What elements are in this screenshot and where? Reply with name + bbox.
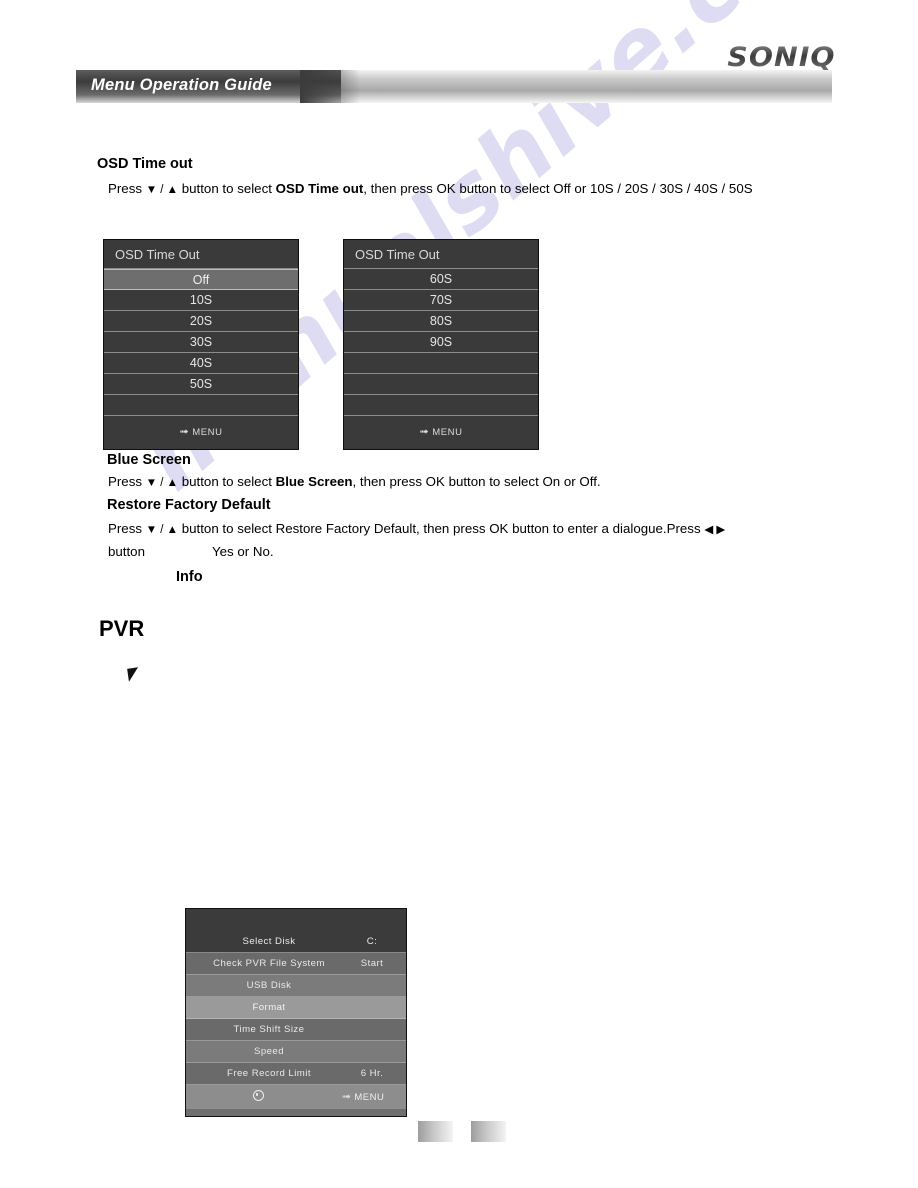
osd-menu-right-row-empty-3 — [344, 395, 538, 416]
pvr-row-format[interactable]: Format — [186, 997, 406, 1019]
pvr-row-free-record-limit-label: Free Record Limit — [227, 1068, 311, 1079]
paragraph-osd-time-out: Press ▼ / ▲ button to select OSD Time ou… — [108, 181, 753, 196]
pvr-row-free-record-limit-value: 6 Hr. — [360, 1068, 384, 1079]
pvr-row-time-shift-size[interactable]: Time Shift Size — [186, 1019, 406, 1041]
osd-menu-right-row-80s[interactable]: 80S — [344, 311, 538, 332]
pvr-row-usb-disk-label: USB Disk — [246, 980, 292, 991]
osd-menu-left[interactable]: OSD Time Out Off 10S 20S 30S 40S 50S ➟ M… — [103, 239, 299, 450]
osd-menu-left-row-empty — [104, 395, 298, 416]
pvr-row-select-disk-value: C: — [366, 936, 378, 947]
pvr-footer-left[interactable] — [186, 1088, 320, 1106]
back-arrow-icon: ➟ — [341, 1090, 352, 1103]
osd-menu-right-title: OSD Time Out — [344, 240, 538, 269]
text-press: Press — [108, 474, 146, 489]
record-circle-icon — [252, 1090, 264, 1101]
pvr-row-check-pvr-file-system-value: Start — [360, 958, 384, 969]
osd-menu-right[interactable]: OSD Time Out 60S 70S 80S 90S ➟ MENU — [343, 239, 539, 450]
footer-mark-right — [471, 1121, 506, 1142]
pvr-row-time-shift-size-label: Time Shift Size — [233, 1024, 305, 1035]
arrow-left-right-icon: ◀ ▶ — [704, 524, 726, 536]
page-title: Menu Operation Guide — [91, 76, 272, 94]
arrow-down-up-icon: ▼ / ▲ — [145, 477, 179, 489]
pvr-menu-bottom-strip — [186, 1109, 406, 1116]
text-bold-blue-screen: Blue Screen — [275, 474, 353, 489]
pvr-row-check-pvr-file-system-label: Check PVR File System — [213, 958, 325, 969]
osd-menu-right-row-70s[interactable]: 70S — [344, 290, 538, 311]
text-button-word: button — [108, 544, 145, 559]
osd-menu-left-row-40s[interactable]: 40S — [104, 353, 298, 374]
text-press: Press — [108, 181, 146, 196]
text-mid: button to select — [178, 181, 276, 196]
header-tab-fade — [300, 70, 360, 103]
text-post: , then press OK button to select Off or … — [363, 181, 753, 196]
osd-menu-right-footer[interactable]: ➟ MENU — [344, 416, 538, 449]
heading-blue-screen: Blue Screen — [107, 452, 191, 468]
heading-pvr: PVR — [99, 616, 145, 641]
osd-menu-left-row-10s[interactable]: 10S — [104, 290, 298, 311]
cursor-pointer-icon — [127, 667, 140, 682]
heading-restore-factory-default: Restore Factory Default — [107, 497, 271, 513]
label-info: Info — [176, 569, 203, 585]
heading-osd-time-out: OSD Time out — [97, 156, 193, 172]
osd-menu-left-footer-label: MENU — [192, 427, 223, 438]
osd-menu-left-row-50s[interactable]: 50S — [104, 374, 298, 395]
osd-menu-right-row-empty-2 — [344, 374, 538, 395]
arrow-down-up-icon: ▼ / ▲ — [145, 524, 179, 536]
pvr-menu-header — [186, 909, 406, 931]
paragraph-restore-factory-default: Press ▼ / ▲ button to select Restore Fac… — [108, 521, 725, 536]
pvr-footer-menu-label: MENU — [354, 1091, 385, 1103]
pvr-row-select-disk[interactable]: Select Disk C: — [186, 931, 406, 953]
osd-menu-right-footer-label: MENU — [432, 427, 463, 438]
text-bold-osd-time-out: OSD Time out — [275, 181, 364, 196]
pvr-menu[interactable]: Select Disk C: Check PVR File System Sta… — [185, 908, 407, 1117]
osd-menu-right-row-60s[interactable]: 60S — [344, 269, 538, 290]
osd-menu-left-footer[interactable]: ➟ MENU — [104, 416, 298, 449]
text-yes-or-no: Yes or No. — [212, 544, 274, 559]
pvr-row-check-pvr-file-system[interactable]: Check PVR File System Start — [186, 953, 406, 975]
text-post: button to select Restore Factory Default… — [178, 521, 705, 536]
pvr-menu-footer[interactable]: ➟ MENU — [186, 1085, 406, 1109]
text-post: , then press OK button to select On or O… — [352, 474, 601, 489]
pvr-row-usb-disk[interactable]: USB Disk — [186, 975, 406, 997]
osd-menu-right-row-90s[interactable]: 90S — [344, 332, 538, 353]
pvr-row-select-disk-label: Select Disk — [242, 936, 296, 947]
pvr-row-speed[interactable]: Speed — [186, 1041, 406, 1063]
osd-menu-left-row-30s[interactable]: 30S — [104, 332, 298, 353]
arrow-down-up-icon: ▼ / ▲ — [145, 184, 179, 196]
osd-menu-left-row-20s[interactable]: 20S — [104, 311, 298, 332]
pvr-row-speed-label: Speed — [254, 1046, 284, 1057]
osd-menu-left-row-off[interactable]: Off — [104, 269, 298, 290]
paragraph-blue-screen: Press ▼ / ▲ button to select Blue Screen… — [108, 474, 601, 489]
text-press: Press — [108, 521, 146, 536]
pvr-row-format-label: Format — [252, 1002, 286, 1013]
back-arrow-icon: ➟ — [179, 426, 190, 438]
osd-menu-right-row-empty-1 — [344, 353, 538, 374]
pvr-footer-right[interactable]: ➟ MENU — [320, 1090, 406, 1103]
text-mid: button to select — [178, 474, 276, 489]
osd-menu-left-title: OSD Time Out — [104, 240, 298, 269]
soniq-logo: SONIQ — [727, 42, 836, 73]
manual-page: manualshive.com SONIQ Menu Operation Gui… — [0, 0, 918, 1188]
back-arrow-icon: ➟ — [419, 426, 430, 438]
pvr-row-free-record-limit[interactable]: Free Record Limit 6 Hr. — [186, 1063, 406, 1085]
footer-mark-left — [418, 1121, 453, 1142]
